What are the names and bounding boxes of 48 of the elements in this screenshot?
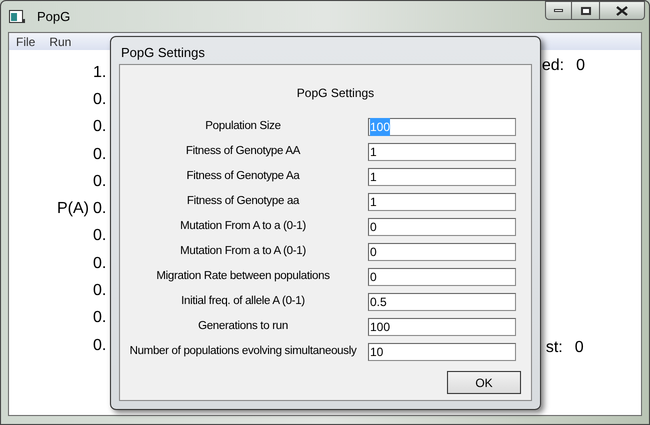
field-label: Generations to run [197,319,289,334]
y-tick-label: 0. [93,281,106,302]
y-tick-label: 0. [93,172,106,192]
field-label: Initial freq. of allele A (0-1) [180,294,306,310]
field-label: Fitness of Genotype aa [186,194,300,210]
window-title: PopG [37,8,70,26]
close-icon [616,6,628,16]
stat-label: st: [546,338,563,358]
y-tick-label: 0. [93,254,106,274]
input-field[interactable]: 1 [368,193,516,211]
field-label: Fitness of Genotype AA [184,144,302,160]
field-label: Migration Rate between populations [155,269,331,284]
y-tick-label: 0. [93,226,106,246]
y-tick-label: 0. [93,90,106,110]
field-label: Mutation From A to a (0-1) [179,219,307,234]
input-field[interactable]: 10 [368,343,516,361]
input-field[interactable]: 100 [368,318,516,336]
ok-button[interactable]: OK [447,371,521,394]
app-icon [9,10,25,24]
stat-value: 0 [576,56,585,76]
field-label: Number of populations evolving simultaneously [128,344,358,360]
input-field[interactable]: 1 [368,168,516,186]
stat-label: ed: [542,56,564,76]
y-axis-title: P(A) [57,200,89,218]
input-field[interactable]: 0 [368,218,516,236]
menu-item[interactable]: Run [42,32,78,50]
stat-value: 0 [574,338,584,358]
input-field[interactable]: 0 [368,268,516,286]
y-tick-label: 0. [93,117,106,138]
y-tick-label: 0. [93,199,106,220]
y-tick-label: 0. [93,308,106,328]
field-label: Population Size [204,119,282,134]
y-tick-label: 0. [93,144,106,165]
dialog-title: PopG Settings [120,44,206,62]
input-field[interactable]: 0.5 [368,293,516,311]
minimize-icon [554,9,563,12]
menu-item[interactable]: File [9,32,42,50]
input-field[interactable]: 1 [368,143,516,161]
maximize-button[interactable] [572,1,599,20]
maximize-icon [580,6,590,14]
input-field[interactable]: 0 [368,243,516,261]
close-button[interactable] [599,1,645,20]
minimize-button[interactable] [545,1,572,20]
y-tick-label: 0. [93,336,106,356]
field-label: Mutation From a to A (0-1) [179,244,307,260]
field-label: Fitness of Genotype Aa [186,169,301,184]
panel-heading: PopG Settings [296,85,374,102]
y-tick-label: 1. [93,62,106,83]
